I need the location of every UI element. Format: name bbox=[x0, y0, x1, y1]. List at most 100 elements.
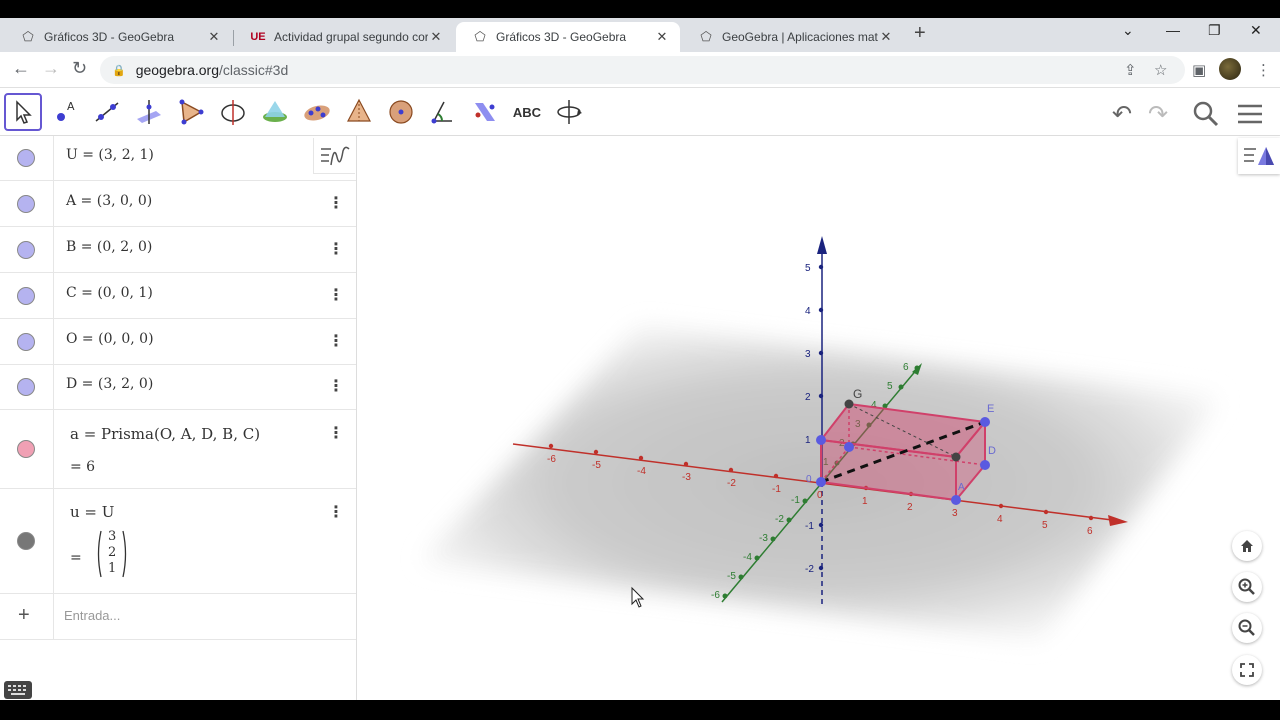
point-A[interactable] bbox=[951, 495, 961, 505]
graphics-3d-canvas[interactable]: -6-5-4-3-2-10123456 -6-5-4-3-2-1123456 -… bbox=[363, 136, 1280, 700]
plane-three-points-tool[interactable] bbox=[298, 93, 336, 131]
close-icon[interactable]: ✕ bbox=[206, 29, 222, 45]
bookmark-star-icon[interactable]: ☆ bbox=[1154, 61, 1167, 79]
more-options-icon[interactable]: ⋮ bbox=[328, 285, 344, 305]
browser-tab-3-active[interactable]: ⬠ Gráficos 3D - GeoGebra ✕ bbox=[456, 22, 680, 52]
rotate-view-tool[interactable] bbox=[550, 93, 588, 131]
more-options-icon[interactable]: ⋮ bbox=[328, 423, 344, 443]
close-icon[interactable]: ✕ bbox=[878, 29, 894, 45]
reload-icon[interactable]: ↻ bbox=[72, 58, 87, 79]
algebra-input-row[interactable]: + Entrada... bbox=[0, 594, 356, 640]
reflect-plane-tool[interactable] bbox=[466, 93, 504, 131]
perpendicular-line-tool[interactable] bbox=[130, 93, 168, 131]
new-tab-icon[interactable]: + bbox=[914, 22, 926, 45]
algebra-row-U[interactable]: U = (3, 2, 1) bbox=[0, 136, 356, 181]
point-C[interactable] bbox=[816, 435, 826, 445]
zoom-out-icon[interactable] bbox=[1232, 613, 1262, 643]
y-tick-label: 5 bbox=[887, 381, 893, 392]
browser-tab-4[interactable]: ⬠ GeoGebra | Aplicaciones matemá ✕ bbox=[682, 22, 904, 52]
visibility-toggle[interactable] bbox=[17, 287, 35, 305]
algebra-expression[interactable]: O = (0, 0, 0) bbox=[66, 331, 154, 347]
browser-tab-2[interactable]: UE Actividad grupal segundo corte ✕ bbox=[234, 22, 454, 52]
visibility-toggle[interactable] bbox=[17, 149, 35, 167]
point-D[interactable] bbox=[980, 460, 990, 470]
forward-icon[interactable]: → bbox=[42, 58, 60, 79]
algebra-expression[interactable]: B = (0, 2, 0) bbox=[66, 239, 152, 255]
algebra-row-C[interactable]: C = (0, 0, 1) ⋮ bbox=[0, 273, 356, 319]
point-U[interactable] bbox=[980, 417, 990, 427]
visibility-toggle[interactable] bbox=[17, 195, 35, 213]
geogebra-toolbar: A ABC ↶ ↷ bbox=[0, 88, 1280, 136]
algebra-input-field[interactable]: Entrada... bbox=[64, 608, 120, 623]
polygon-tool[interactable] bbox=[172, 93, 210, 131]
algebra-expression[interactable]: a = Prisma(O, A, D, B, C) bbox=[70, 425, 260, 443]
algebra-description-toggle[interactable] bbox=[313, 138, 355, 174]
algebra-row-vector[interactable]: u = U = 3 2 1 ⋮ bbox=[0, 489, 356, 594]
z-tick-mark bbox=[818, 350, 824, 356]
point-label-D: D bbox=[988, 445, 996, 457]
add-icon[interactable]: + bbox=[18, 604, 30, 627]
keyboard-icon[interactable] bbox=[4, 681, 32, 699]
window-close-icon[interactable]: ✕ bbox=[1250, 22, 1262, 39]
zoom-in-icon[interactable] bbox=[1232, 572, 1262, 602]
restore-icon[interactable]: ❐ bbox=[1208, 22, 1221, 39]
more-options-icon[interactable]: ⋮ bbox=[328, 502, 344, 522]
circle-axis-tool[interactable] bbox=[214, 93, 252, 131]
algebra-expression[interactable]: u = U bbox=[70, 503, 114, 521]
browser-tab-1[interactable]: ⬠ Gráficos 3D - GeoGebra ✕ bbox=[4, 22, 232, 52]
more-options-icon[interactable]: ⋮ bbox=[328, 376, 344, 396]
fullscreen-icon[interactable] bbox=[1232, 655, 1262, 685]
point-B[interactable] bbox=[844, 442, 854, 452]
y-tick-mark bbox=[802, 498, 808, 504]
back-icon[interactable]: ← bbox=[12, 58, 30, 79]
more-options-icon[interactable]: ⋮ bbox=[328, 193, 344, 213]
visibility-toggle[interactable] bbox=[17, 440, 35, 458]
pyramid-tool[interactable] bbox=[340, 93, 378, 131]
more-options-icon[interactable]: ⋮ bbox=[328, 239, 344, 259]
graphics-style-toggle[interactable] bbox=[1238, 138, 1280, 174]
algebra-row-A[interactable]: A = (3, 0, 0) ⋮ bbox=[0, 181, 356, 227]
url-field[interactable]: 🔒 geogebra.org/classic#3d bbox=[100, 56, 1185, 84]
home-icon[interactable] bbox=[1232, 531, 1262, 561]
algebra-row-D[interactable]: D = (3, 2, 0) ⋮ bbox=[0, 365, 356, 410]
visibility-toggle[interactable] bbox=[17, 333, 35, 351]
algebra-expression[interactable]: C = (0, 0, 1) bbox=[66, 285, 153, 301]
point-tool[interactable]: A bbox=[46, 93, 84, 131]
undo-icon[interactable]: ↶ bbox=[1112, 100, 1132, 129]
algebra-expression[interactable]: A = (3, 0, 0) bbox=[66, 193, 152, 209]
profile-avatar[interactable] bbox=[1219, 58, 1241, 80]
hamburger-menu-icon[interactable] bbox=[1236, 100, 1264, 135]
sphere-tool[interactable] bbox=[382, 93, 420, 131]
algebra-value: = 6 bbox=[70, 459, 96, 475]
visibility-toggle[interactable] bbox=[17, 532, 35, 550]
redo-icon[interactable]: ↷ bbox=[1148, 100, 1168, 129]
point-O[interactable] bbox=[816, 477, 826, 487]
algebra-row-B[interactable]: B = (0, 2, 0) ⋮ bbox=[0, 227, 356, 273]
angle-tool[interactable] bbox=[424, 93, 462, 131]
point-F[interactable] bbox=[951, 452, 961, 462]
algebra-expression[interactable]: D = (3, 2, 0) bbox=[66, 376, 153, 392]
algebra-expression[interactable]: U = (3, 2, 1) bbox=[66, 147, 154, 163]
tab-search-icon[interactable]: ⌄ bbox=[1122, 22, 1134, 39]
more-options-icon[interactable]: ⋮ bbox=[328, 331, 344, 351]
browser-menu-icon[interactable]: ⋮ bbox=[1256, 61, 1271, 79]
y-tick-label: -4 bbox=[743, 552, 752, 563]
share-icon[interactable]: ⇪ bbox=[1124, 61, 1137, 79]
graphics-3d-view[interactable]: -6 -5 -4 -3 -2 -1 0 1 2 3 4 5 6 -6 -5 -4 -3 -2 -1 1 2 3 4 5 6 -… bbox=[363, 136, 1280, 700]
visibility-toggle[interactable] bbox=[17, 378, 35, 396]
z-axis-arrow bbox=[817, 236, 827, 254]
search-icon[interactable] bbox=[1192, 100, 1220, 135]
minimize-icon[interactable]: — bbox=[1166, 22, 1180, 38]
x-tick-label: -3 bbox=[682, 472, 691, 483]
side-panel-icon[interactable]: ▣ bbox=[1192, 61, 1206, 79]
algebra-row-O[interactable]: O = (0, 0, 0) ⋮ bbox=[0, 319, 356, 365]
close-icon[interactable]: ✕ bbox=[654, 29, 670, 45]
move-tool[interactable] bbox=[4, 93, 42, 131]
line-tool[interactable] bbox=[88, 93, 126, 131]
text-tool[interactable]: ABC bbox=[508, 93, 546, 131]
algebra-row-prism[interactable]: a = Prisma(O, A, D, B, C) = 6 ⋮ bbox=[0, 410, 356, 489]
visibility-toggle[interactable] bbox=[17, 241, 35, 259]
intersect-surfaces-tool[interactable] bbox=[256, 93, 294, 131]
marble-cell bbox=[0, 273, 54, 318]
close-icon[interactable]: ✕ bbox=[428, 29, 444, 45]
